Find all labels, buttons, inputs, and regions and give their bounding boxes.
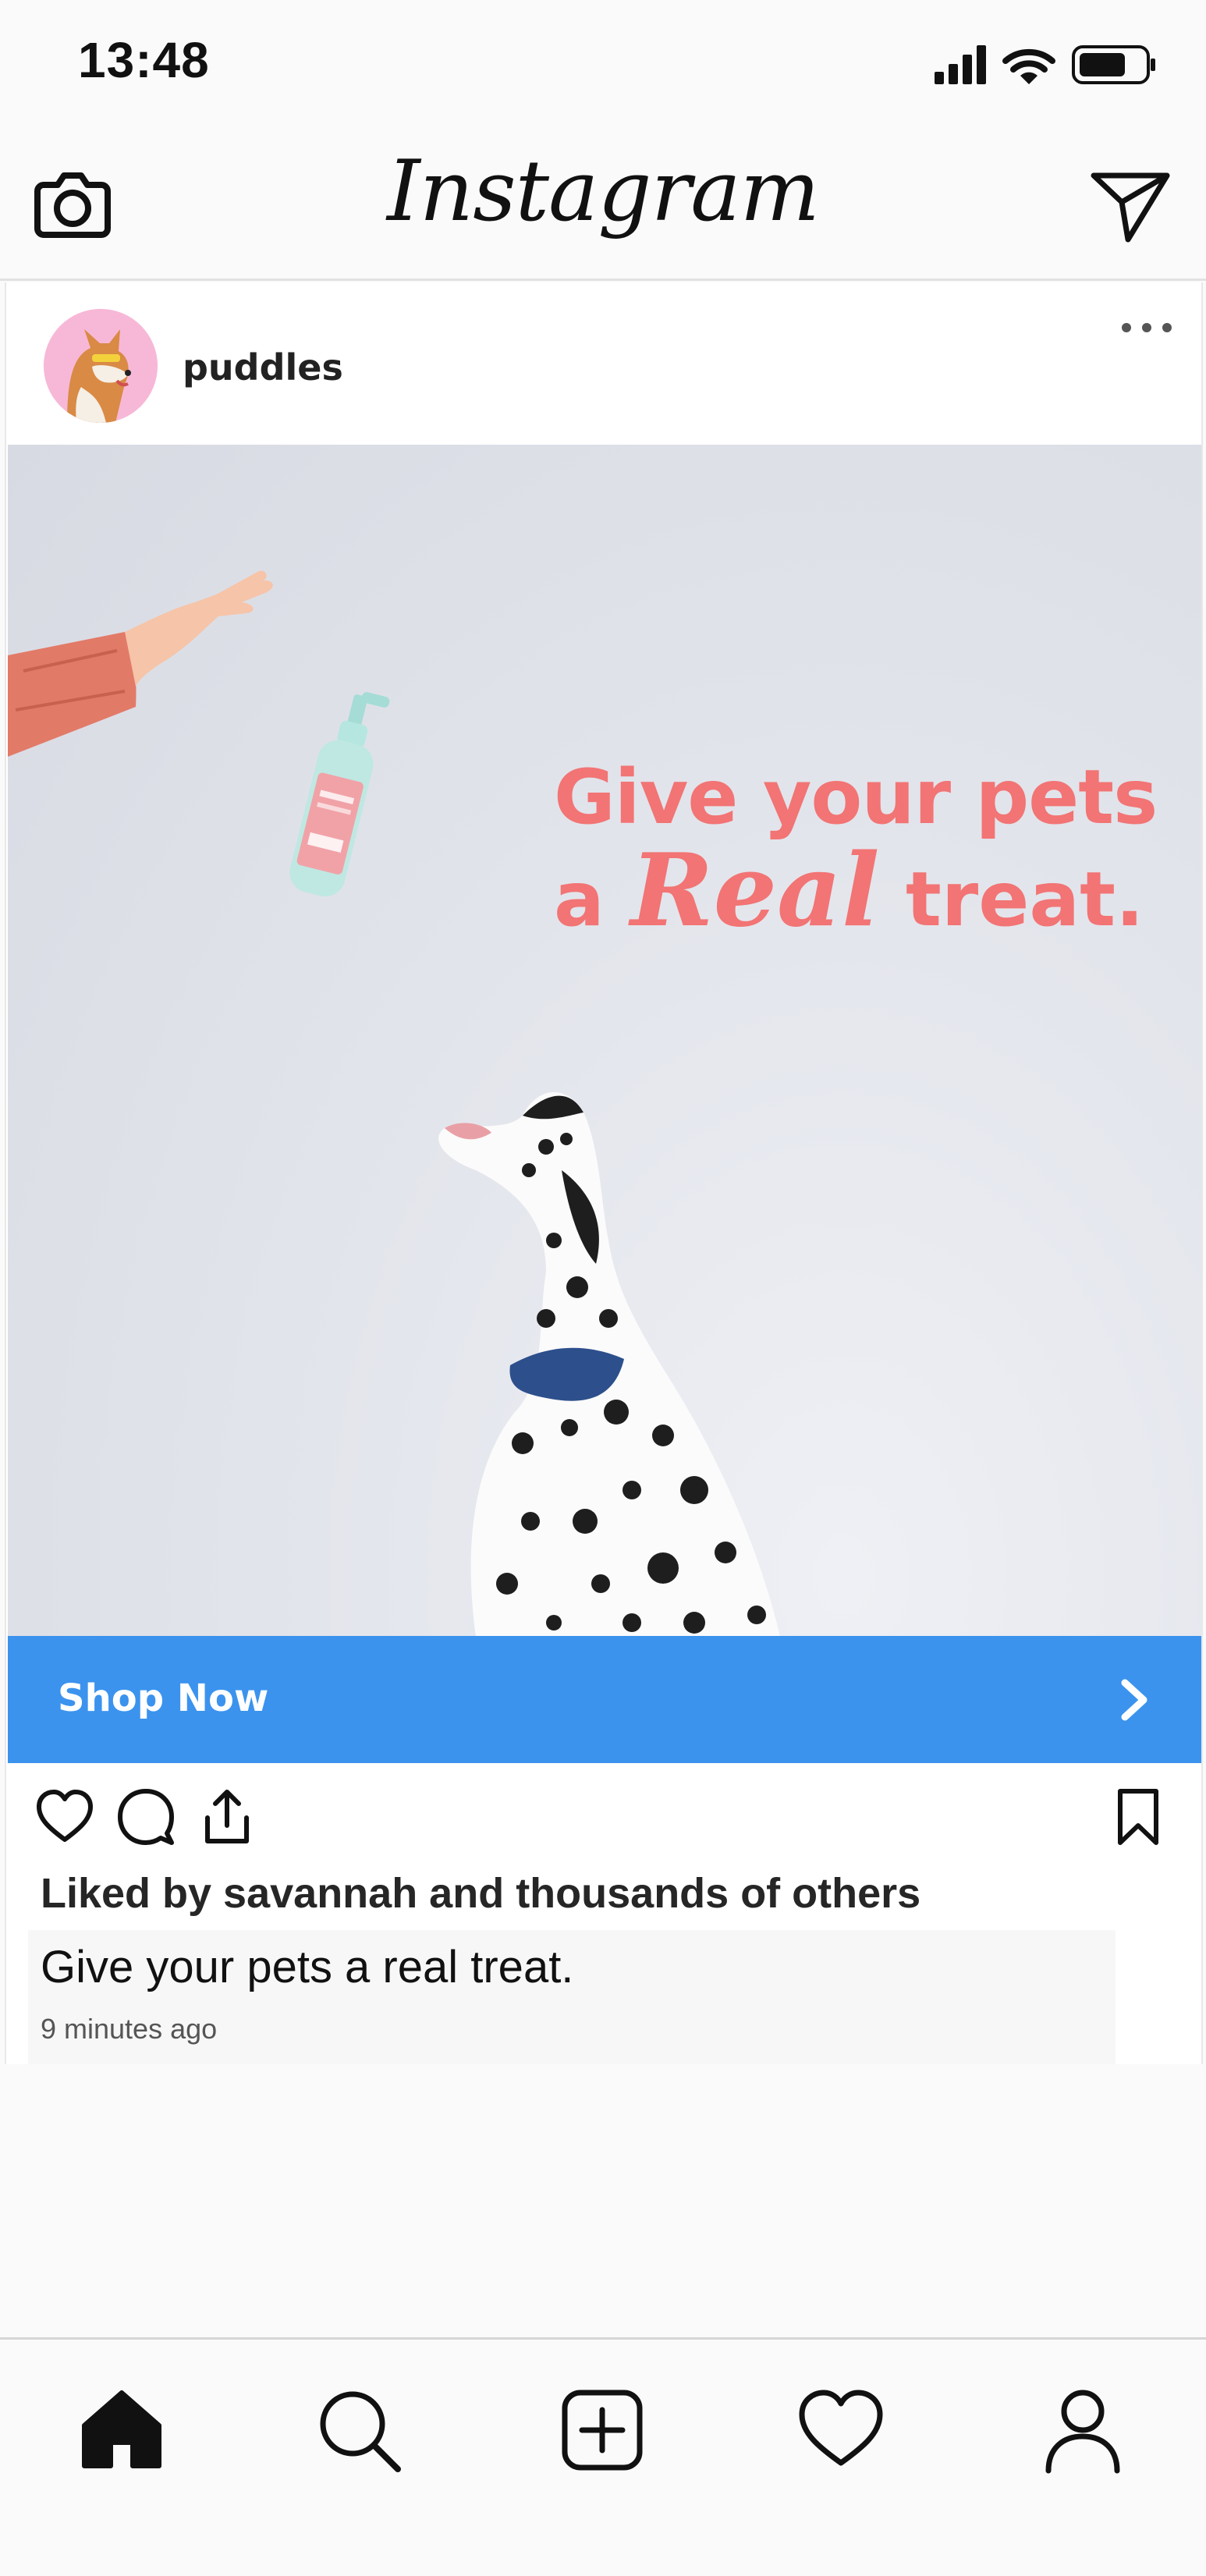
caption-area: Give your pets a real treat. 9 minutes a… [28, 1930, 1116, 2064]
post-caption: Give your pets a real treat. [41, 1942, 574, 1992]
bottom-navigation [0, 2337, 1206, 2510]
shop-now-label: Shop Now [58, 1677, 269, 1720]
share-icon[interactable] [197, 1787, 257, 1847]
headline-prefix: a [554, 855, 605, 943]
post-image[interactable]: Give your pets a Real treat. [8, 445, 1201, 1636]
post-username[interactable]: puddles [183, 346, 343, 389]
heart-icon[interactable] [34, 1787, 95, 1847]
app-header: Instagram [0, 129, 1206, 281]
battery-icon [1072, 45, 1155, 84]
shiba-dog-avatar [44, 309, 158, 423]
status-icons [933, 41, 1159, 87]
more-options-icon[interactable] [1116, 312, 1178, 343]
post-timestamp: 9 minutes ago [41, 2013, 218, 2045]
bookmark-icon[interactable] [1108, 1787, 1169, 1847]
feed-post: puddles Give your pets a Real treat. Sho… [5, 282, 1203, 2064]
avatar[interactable] [44, 309, 158, 423]
direct-message-icon[interactable] [1087, 161, 1173, 247]
shampoo-bottle-illustration [289, 692, 390, 897]
instagram-logo: Instagram [387, 143, 820, 240]
wifi-icon [1002, 48, 1055, 84]
headline-line1: Give your pets [554, 754, 1158, 841]
post-actions [6, 1763, 1201, 1865]
dalmatian-dog-illustration [438, 1092, 780, 1636]
signal-icon [935, 45, 986, 84]
shop-now-button[interactable]: Shop Now [8, 1636, 1201, 1763]
ad-headline: Give your pets a Real treat. [554, 754, 1158, 946]
home-indicator-area [0, 2510, 1206, 2576]
headline-line2: a Real treat. [554, 836, 1157, 946]
headline-script-word: Real [630, 832, 880, 949]
status-bar: 13:48 [0, 0, 1206, 129]
activity-icon[interactable] [796, 2385, 886, 2475]
home-icon[interactable] [76, 2385, 167, 2475]
comment-icon[interactable] [115, 1787, 176, 1847]
profile-icon[interactable] [1038, 2385, 1128, 2475]
status-time: 13:48 [78, 32, 210, 88]
likes-text[interactable]: Liked by savannah and thousands of other… [41, 1869, 920, 1918]
new-post-icon[interactable] [557, 2385, 647, 2475]
search-icon[interactable] [314, 2385, 404, 2475]
phone-screen: 13:48 Instagram puddles Give your pets a… [0, 0, 1206, 2576]
hand-illustration [8, 570, 273, 757]
headline-suffix: treat. [906, 855, 1144, 943]
post-header: puddles [6, 282, 1201, 445]
chevron-right-icon [1111, 1675, 1158, 1725]
